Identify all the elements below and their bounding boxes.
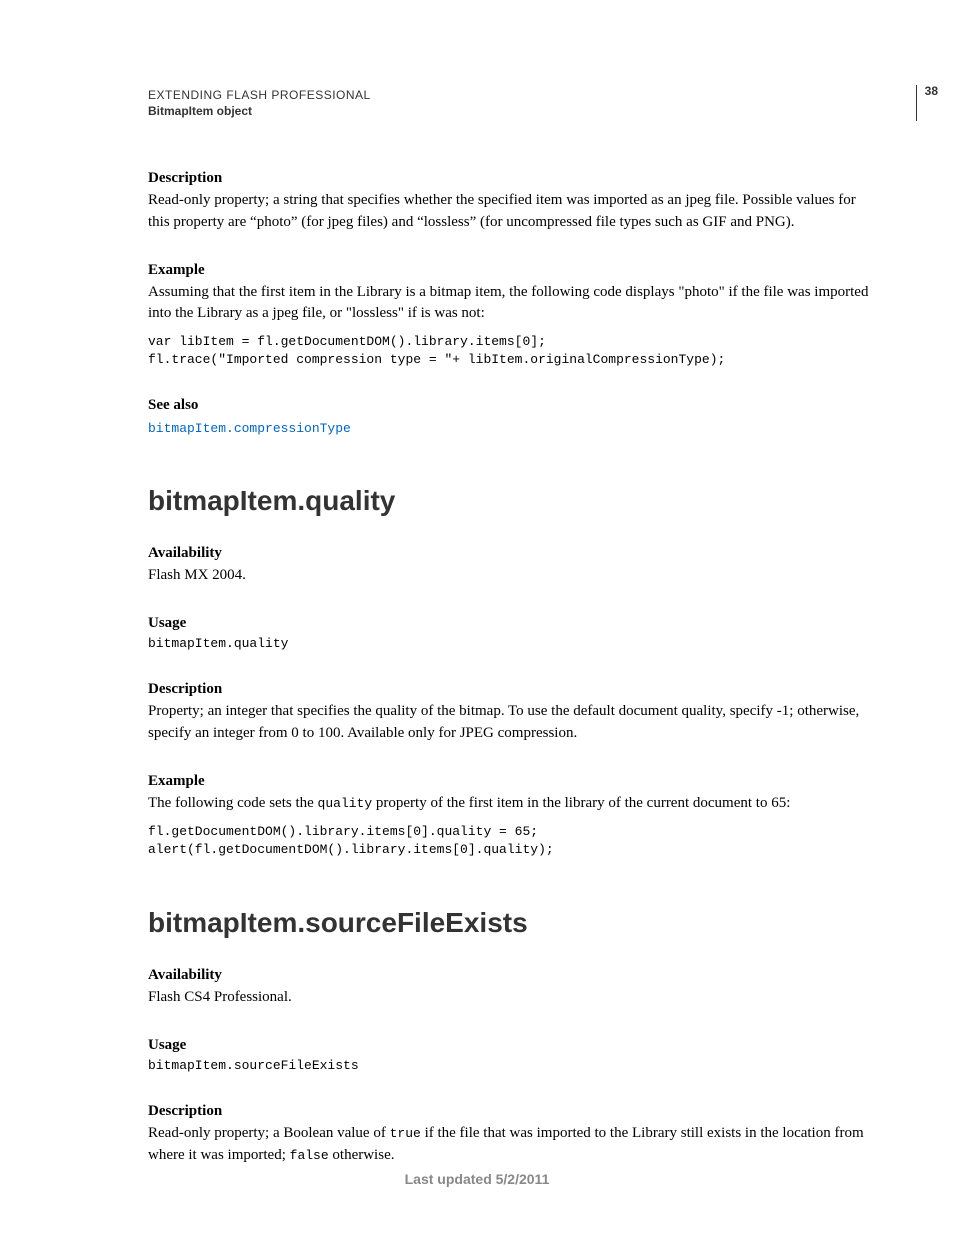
example-label: Example — [148, 262, 876, 279]
example-code: var libItem = fl.getDocumentDOM().librar… — [148, 333, 876, 369]
description-label: Description — [148, 170, 876, 187]
description-text-2: Property; an integer that specifies the … — [148, 701, 876, 745]
heading-sourcefileexists: bitmapItem.sourceFileExists — [148, 907, 876, 939]
description-text-3: Read-only property; a Boolean value of t… — [148, 1123, 876, 1167]
availability-label-3: Availability — [148, 967, 876, 984]
page-number: 38 — [916, 85, 938, 121]
example-text: Assuming that the first item in the Libr… — [148, 282, 876, 326]
seealso-label: See also — [148, 397, 876, 414]
desc-code1: true — [390, 1126, 421, 1141]
availability-text: Flash MX 2004. — [148, 565, 876, 587]
footer-text: Last updated 5/2/2011 — [0, 1171, 954, 1187]
description-text: Read-only property; a string that specif… — [148, 190, 876, 234]
desc-post: otherwise. — [329, 1147, 395, 1163]
availability-label: Availability — [148, 545, 876, 562]
example-text-code: quality — [318, 796, 373, 811]
availability-text-3: Flash CS4 Professional. — [148, 987, 876, 1009]
desc-code2: false — [290, 1148, 329, 1163]
header-title: EXTENDING FLASH PROFESSIONAL — [148, 88, 876, 102]
example-label-2: Example — [148, 773, 876, 790]
desc-pre: Read-only property; a Boolean value of — [148, 1125, 390, 1141]
example-code-2: fl.getDocumentDOM().library.items[0].qua… — [148, 823, 876, 859]
seealso-link[interactable]: bitmapItem.compressionType — [148, 421, 351, 436]
description-label-3: Description — [148, 1103, 876, 1120]
example-text-post: property of the first item in the librar… — [372, 795, 790, 811]
header-subtitle: BitmapItem object — [148, 104, 876, 118]
example-text-pre: The following code sets the — [148, 795, 318, 811]
description-label-2: Description — [148, 681, 876, 698]
usage-label-3: Usage — [148, 1037, 876, 1054]
heading-quality: bitmapItem.quality — [148, 485, 876, 517]
page-header: EXTENDING FLASH PROFESSIONAL BitmapItem … — [148, 88, 876, 118]
usage-label: Usage — [148, 615, 876, 632]
example-text-2: The following code sets the quality prop… — [148, 793, 876, 815]
usage-code-3: bitmapItem.sourceFileExists — [148, 1057, 876, 1075]
usage-code: bitmapItem.quality — [148, 635, 876, 653]
